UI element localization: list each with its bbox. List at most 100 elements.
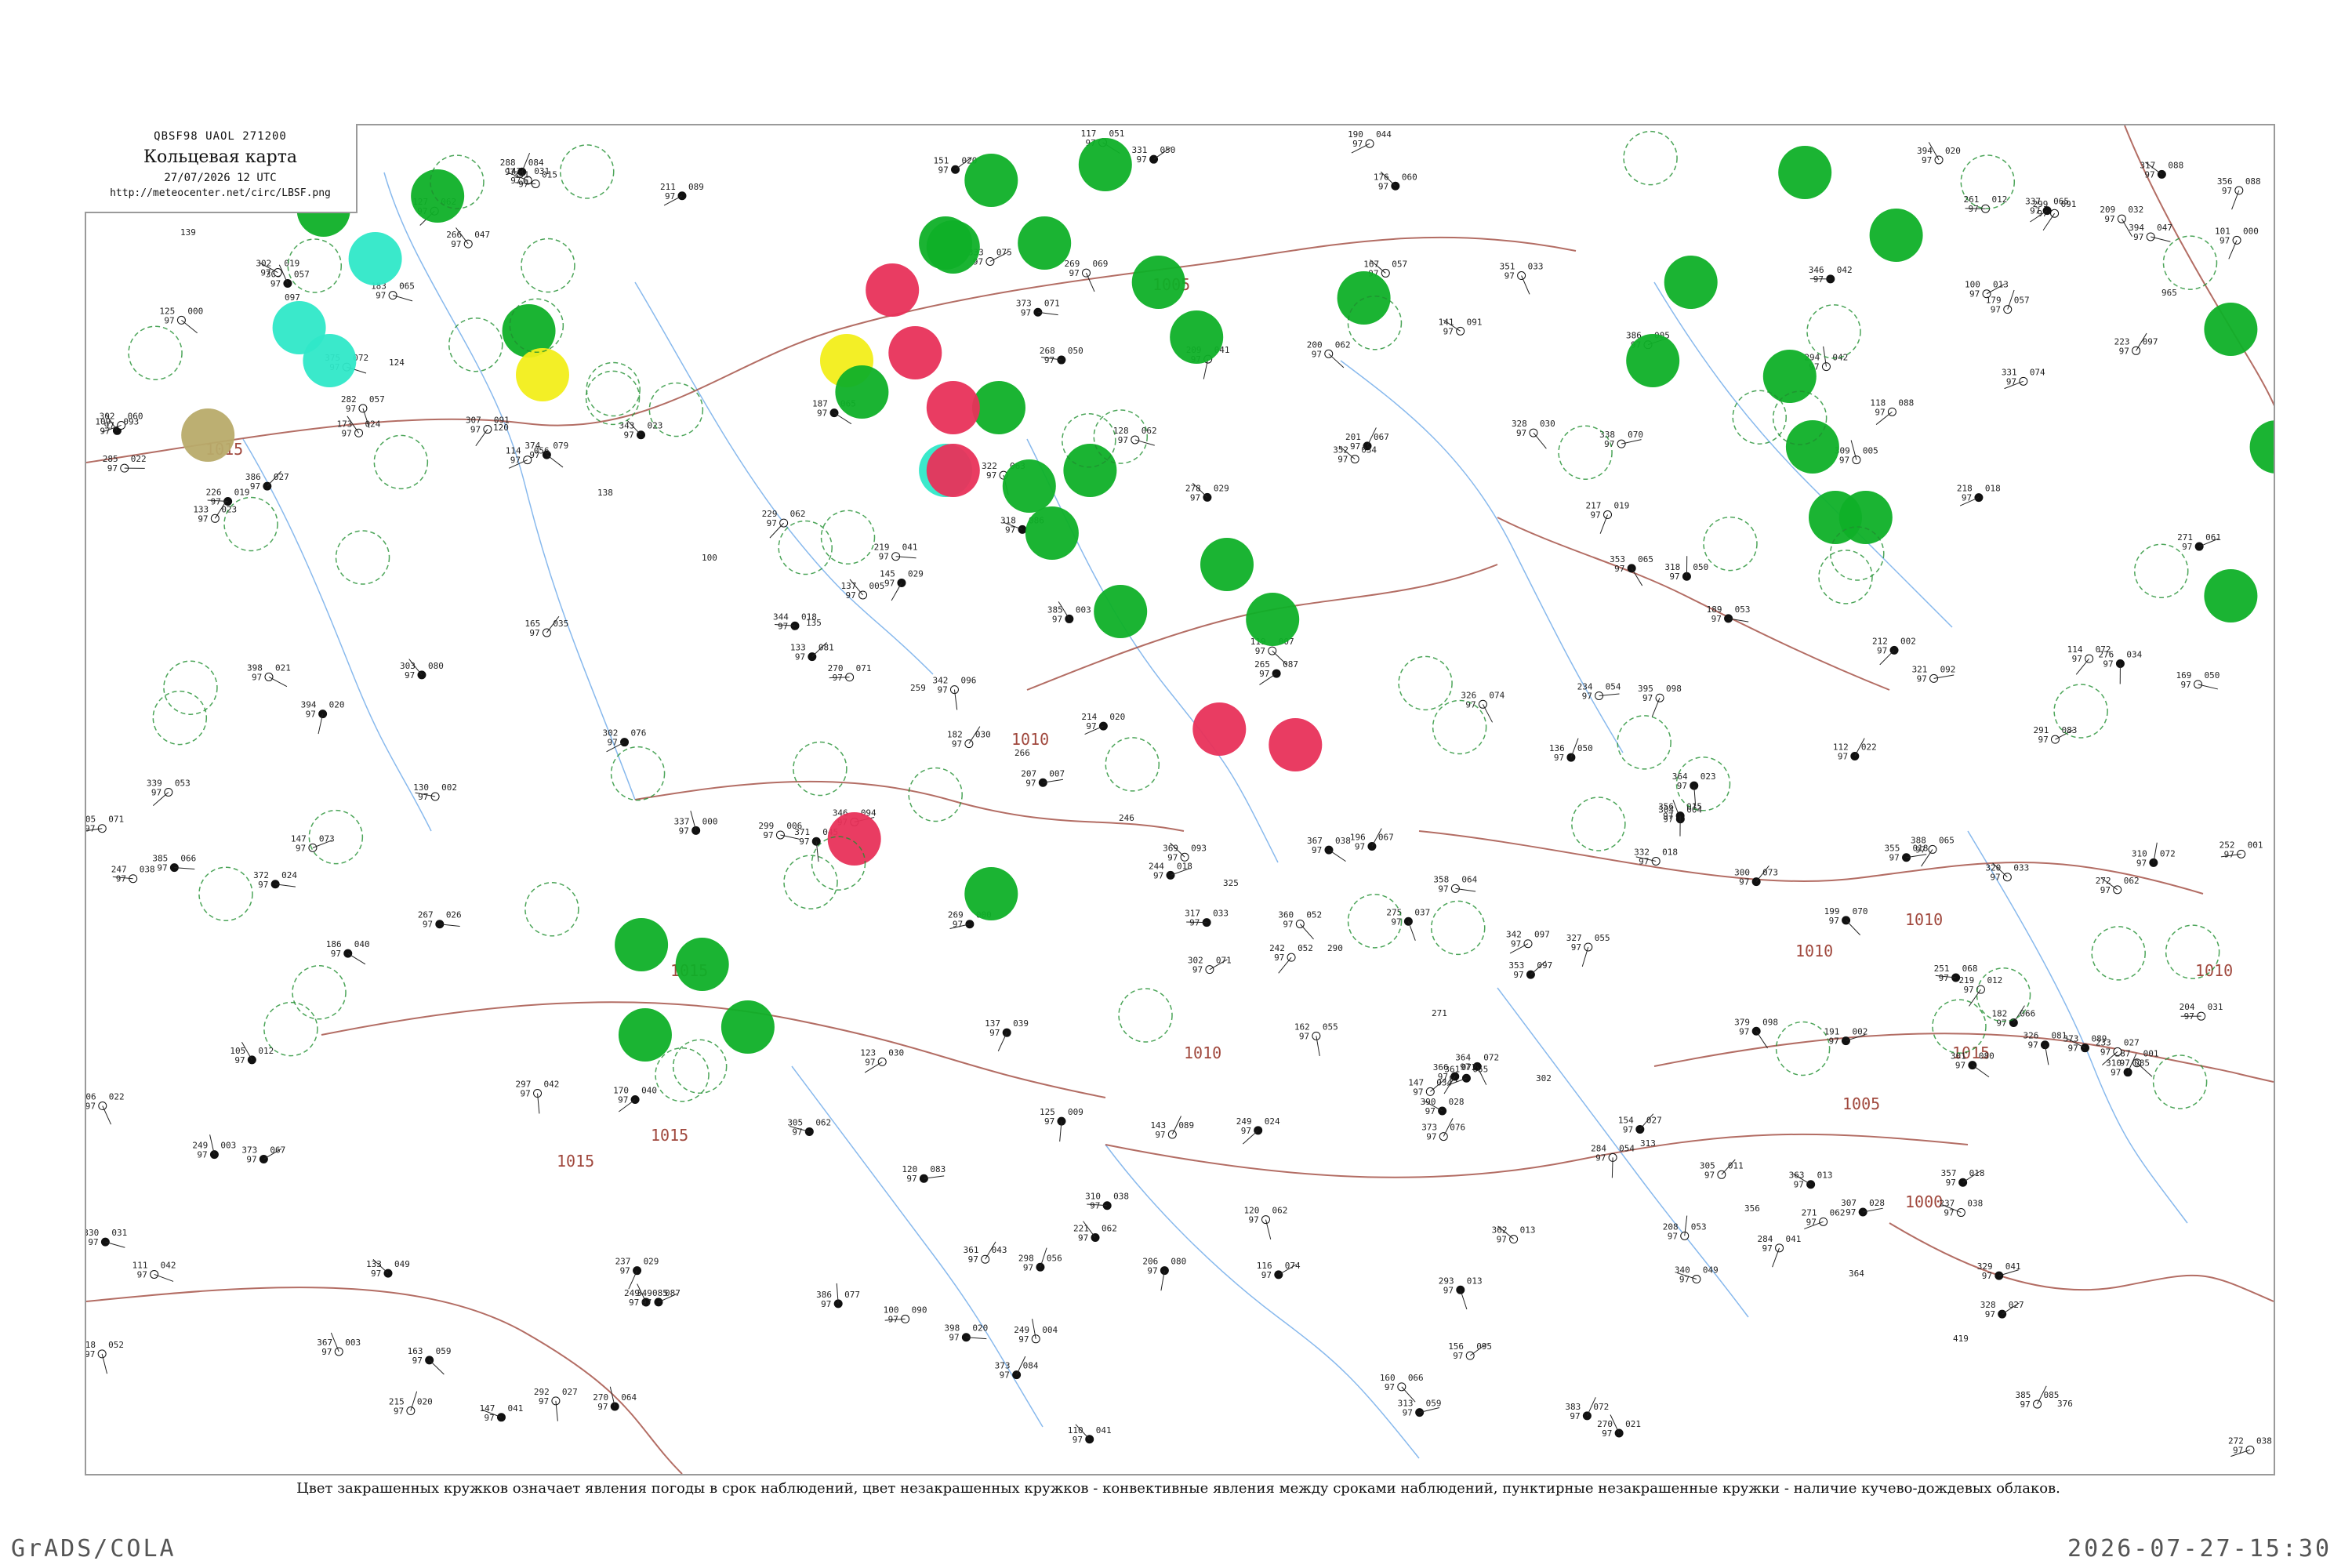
station-value: 97	[2144, 169, 2154, 180]
station-plot: 38597003	[1047, 601, 1091, 624]
station-plot: 33197050	[1132, 145, 1176, 165]
station-plot: 26697047	[446, 227, 490, 249]
station-value: 019	[234, 487, 250, 497]
station-value: 087	[1283, 659, 1298, 670]
station-value: 97	[767, 518, 777, 528]
stn-16: 356	[1744, 1203, 1760, 1214]
station-value: 97	[1639, 856, 1649, 866]
station-value: 033	[1213, 909, 1229, 919]
station-value: 97	[137, 1269, 147, 1279]
station-dot	[1655, 693, 1664, 702]
stn-13: 271	[1432, 1008, 1447, 1018]
station-value: 050	[1068, 346, 1083, 356]
green-weather-circle	[1762, 350, 1817, 403]
station-plot: 30797028	[1841, 1198, 1885, 1218]
station-plot: 29997006	[758, 821, 802, 840]
station-value: 020	[1945, 146, 1961, 156]
station-value: 047	[474, 230, 490, 240]
station-value: 076	[631, 728, 647, 739]
station-value: 97	[1663, 811, 1673, 822]
station-value: 97	[529, 628, 539, 638]
station-value: 040	[641, 1085, 657, 1095]
red-weather-circle	[926, 381, 980, 434]
station-plot: 39097028	[1421, 1097, 1465, 1116]
river-line	[1340, 360, 1624, 753]
station-value: 034	[1361, 445, 1377, 456]
green-weather-circle	[618, 1008, 672, 1062]
station-value: 97	[1118, 435, 1128, 445]
station-value: 020	[1109, 712, 1125, 722]
station-value: 000	[702, 816, 718, 826]
station-value: 97	[1877, 645, 1887, 655]
station-value: 97	[1990, 873, 2000, 883]
station-value: 97	[1829, 916, 1839, 926]
station-value: 97	[1438, 884, 1448, 894]
station-value: 97	[2067, 1044, 2078, 1054]
green-weather-circle	[926, 220, 980, 274]
station-value: 033	[2013, 863, 2029, 873]
station-plot: 26597087	[1254, 659, 1298, 685]
station-value: 97	[1985, 1309, 1995, 1319]
station-dot	[483, 425, 492, 434]
station-value: 027	[2009, 1300, 2024, 1310]
render-datetime: 2026-07-27-15:30	[2067, 1535, 2332, 1563]
stn-12: 290	[1327, 943, 1343, 953]
station-value: 072	[1483, 1052, 1499, 1062]
station-value: 066	[180, 854, 196, 864]
station-plot: 26997069	[1064, 259, 1108, 292]
station-value: 041	[2005, 1261, 2021, 1272]
station-value: 097	[2143, 336, 2158, 347]
station-plot: 18297066	[1991, 1005, 2035, 1028]
map-title: Кольцевая карта	[143, 147, 297, 167]
station-value: 97	[521, 1089, 531, 1099]
station-value: 97	[1021, 307, 1031, 318]
station-value: 97	[1875, 407, 1885, 417]
stn-5: 138	[597, 488, 613, 498]
station-value: 97	[2184, 1011, 2194, 1022]
station-value: 006	[786, 821, 802, 831]
station-value: 033	[1528, 262, 1544, 272]
wind-barb	[1086, 272, 1095, 292]
station-plot: 36797038	[1307, 836, 1351, 862]
station-plot: 24997004	[1014, 1319, 1058, 1345]
station-value: 067	[270, 1145, 285, 1155]
station-value: 97	[86, 1349, 95, 1359]
wind-barb	[2231, 190, 2240, 210]
green-weather-circle	[675, 938, 729, 991]
station-value: 030	[888, 1047, 904, 1058]
station-value: 97	[1044, 355, 1054, 365]
green-weather-circle	[2249, 420, 2274, 474]
station-value: 052	[108, 1340, 124, 1350]
station-value: 97	[792, 1127, 802, 1137]
cb-cloud-ring	[198, 866, 253, 922]
station-value: 019	[284, 259, 299, 269]
station-value: 002	[1900, 636, 1916, 646]
station-plot: 37397076	[1421, 1118, 1465, 1142]
station-value: 97	[1944, 1208, 1954, 1218]
station-value: 020	[329, 700, 345, 710]
stn-1: 139	[180, 227, 196, 238]
source-url[interactable]: http://meteocenter.net/circ/LBSF.png	[85, 187, 356, 199]
stn-9: 266	[1014, 748, 1030, 758]
station-value: 97	[1438, 1072, 1448, 1082]
station-value: 047	[2157, 223, 2172, 233]
station-value: 97	[342, 428, 352, 438]
station-value: 97	[1939, 973, 1949, 983]
station-value: 97	[618, 1094, 628, 1105]
station-value: 061	[2205, 532, 2221, 543]
station-value: 018	[1913, 844, 1929, 854]
station-value: 97	[1443, 1285, 1454, 1295]
station-plot: 11197042	[132, 1260, 176, 1282]
river-line	[242, 438, 432, 832]
station-value: 97	[597, 1402, 608, 1412]
station-value: 076	[1450, 1123, 1465, 1133]
station-value: 027	[562, 1387, 578, 1397]
station-value: 057	[369, 394, 385, 405]
station-value: 065	[1638, 554, 1653, 564]
station-dot	[463, 239, 473, 249]
station-value: 97	[1623, 1124, 1633, 1134]
station-value: 97	[2030, 206, 2040, 216]
wind-barb	[1482, 704, 1493, 723]
station-plot: 16997050	[2176, 670, 2220, 690]
station-plot: 29897056	[1018, 1247, 1062, 1272]
